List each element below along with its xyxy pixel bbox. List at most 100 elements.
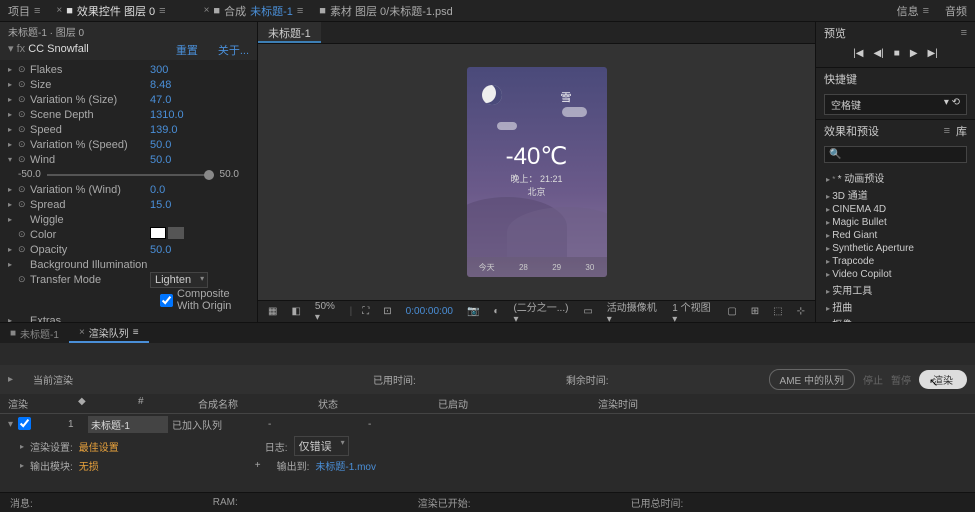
stopwatch-icon[interactable]: ⊙	[18, 124, 30, 135]
add-output-icon[interactable]: +	[255, 460, 261, 471]
prop-scene-depth-value[interactable]: 1310.0	[150, 109, 249, 121]
toggle-icon[interactable]: ▢	[723, 306, 740, 317]
camera-select[interactable]: 活动摄像机 ▾	[603, 299, 662, 325]
effect-category[interactable]: 3D 通道	[816, 186, 975, 203]
resolution-select[interactable]: (二分之一...) ▾	[509, 299, 573, 325]
toggle-icon[interactable]: ⊹	[793, 306, 809, 317]
eyedropper-icon[interactable]	[168, 227, 184, 239]
tab-info[interactable]: 信息 ≡	[889, 0, 937, 21]
zoom-select[interactable]: 50% ▾	[311, 301, 344, 323]
tab-effect-controls[interactable]: × ■ 效果控件 图层 0 ≡	[48, 0, 173, 21]
stopwatch-icon[interactable]: ⊙	[18, 199, 30, 210]
stopwatch-icon[interactable]: ⊙	[18, 64, 30, 75]
prop-size-value[interactable]: 8.48	[150, 79, 249, 91]
menu-icon[interactable]: ≡	[961, 27, 967, 39]
views-select[interactable]: 1 个视图 ▾	[668, 299, 717, 325]
transfer-mode-select[interactable]: Lighten	[150, 272, 208, 288]
play-icon[interactable]: ▶	[910, 48, 918, 59]
menu-icon[interactable]: ≡	[159, 5, 165, 17]
stop-icon[interactable]: ■	[894, 48, 900, 59]
composite-checkbox[interactable]	[160, 294, 173, 307]
view-icon[interactable]: ▭	[579, 306, 596, 317]
timeline-tab[interactable]: ■ 未标题-1	[0, 323, 69, 343]
reset-link[interactable]: 重置	[176, 42, 198, 58]
channel-icon[interactable]: ◐	[489, 306, 503, 317]
prop-speed-value[interactable]: 139.0	[150, 124, 249, 136]
full-icon[interactable]: ⛶	[358, 306, 373, 317]
effect-category[interactable]: 扭曲	[816, 298, 975, 315]
slider-knob[interactable]	[204, 170, 214, 180]
remaining-label: 剩余时间:	[566, 372, 609, 387]
close-icon[interactable]: ×	[204, 5, 210, 16]
menu-icon[interactable]: ≡	[133, 327, 139, 338]
menu-icon[interactable]: ≡	[923, 5, 929, 17]
prop-var-speed-value[interactable]: 50.0	[150, 139, 249, 151]
effect-category[interactable]: Red Giant	[816, 229, 975, 242]
close-icon[interactable]: ×	[56, 5, 62, 16]
effect-category[interactable]: CINEMA 4D	[816, 203, 975, 216]
about-link[interactable]: 关于...	[218, 42, 249, 58]
effect-name[interactable]: CC Snowfall	[28, 43, 89, 55]
queue-comp-name[interactable]: 未标题-1	[88, 416, 168, 433]
toggle-icon[interactable]: ⬚	[769, 306, 786, 317]
snapshot-icon[interactable]: 📷	[463, 306, 483, 317]
effects-presets-tab[interactable]: 效果和预设	[824, 123, 879, 139]
preview-panel-title[interactable]: 预览	[824, 25, 846, 41]
first-frame-icon[interactable]: |◀	[853, 48, 863, 59]
tab-project[interactable]: 项目 ≡	[0, 0, 48, 21]
stopwatch-icon[interactable]: ⊙	[18, 274, 30, 285]
last-frame-icon[interactable]: ▶|	[928, 48, 938, 59]
render-queue-tab[interactable]: × 渲染队列 ≡	[69, 323, 149, 343]
queue-item[interactable]: ▾ 1 未标题-1 已加入队列 - -	[0, 414, 975, 435]
render-checkbox[interactable]	[18, 417, 31, 430]
library-tab[interactable]: 库	[956, 123, 967, 139]
wind-slider[interactable]: -50.0 50.0	[0, 167, 257, 182]
effect-category[interactable]: * 动画预设	[816, 169, 975, 186]
prop-var-wind-value[interactable]: 0.0	[150, 184, 249, 196]
region-icon[interactable]: ⊡	[379, 306, 395, 317]
toggle-icon[interactable]: ⊞	[747, 306, 763, 317]
stopwatch-icon[interactable]: ⊙	[18, 79, 30, 90]
stopwatch-icon[interactable]: ⊙	[18, 184, 30, 195]
stopwatch-icon[interactable]: ⊙	[18, 244, 30, 255]
prev-frame-icon[interactable]: ◀|	[873, 48, 883, 59]
effect-category[interactable]: Video Copilot	[816, 268, 975, 281]
prop-spread-value[interactable]: 15.0	[150, 199, 249, 211]
output-module-value[interactable]: 无损	[79, 458, 99, 473]
grid-icon[interactable]: ▦	[264, 306, 281, 317]
timecode[interactable]: 0:00:00:00	[402, 306, 457, 317]
effect-category[interactable]: 实用工具	[816, 281, 975, 298]
menu-icon[interactable]: ≡	[944, 125, 950, 137]
stopwatch-icon[interactable]: ⊙	[18, 109, 30, 120]
render-button[interactable]: ↖渲染	[919, 370, 967, 389]
log-select[interactable]: 仅错误	[294, 436, 349, 456]
menu-icon[interactable]: ≡	[297, 5, 303, 17]
tab-composition[interactable]: × ■ 合成 未标题-1 ≡	[196, 0, 312, 21]
shortcut-select[interactable]: 空格键▾ ⟲	[824, 94, 967, 115]
effect-category[interactable]: Magic Bullet	[816, 216, 975, 229]
stopwatch-icon[interactable]: ⊙	[18, 154, 30, 165]
tab-footage[interactable]: ■ 素材 图层 0/未标题-1.psd	[311, 0, 461, 21]
effect-category[interactable]: Trapcode	[816, 255, 975, 268]
prop-var-size-value[interactable]: 47.0	[150, 94, 249, 106]
stopwatch-icon[interactable]: ⊙	[18, 139, 30, 150]
render-settings-value[interactable]: 最佳设置	[79, 439, 119, 454]
prop-opacity-value[interactable]: 50.0	[150, 244, 249, 256]
ame-queue-button[interactable]: AME 中的队列	[769, 369, 855, 390]
stopwatch-icon[interactable]: ⊙	[18, 229, 30, 240]
stop-button[interactable]: 停止	[863, 372, 883, 387]
prop-flakes-value[interactable]: 300	[150, 64, 249, 76]
color-swatch[interactable]	[150, 227, 166, 239]
alpha-icon[interactable]: ◧	[287, 306, 304, 317]
tab-audio[interactable]: 音频	[937, 0, 975, 21]
effect-category[interactable]: Synthetic Aperture	[816, 242, 975, 255]
output-to-value[interactable]: 未标题-1.mov	[315, 458, 376, 473]
close-icon[interactable]: ×	[79, 327, 85, 338]
stopwatch-icon[interactable]: ⊙	[18, 94, 30, 105]
viewer-canvas[interactable]: 雪 -40℃ 晚上： 21:21 北京 今天 28 29 30	[258, 44, 815, 300]
menu-icon[interactable]: ≡	[34, 5, 40, 17]
prop-wind-value[interactable]: 50.0	[150, 154, 249, 166]
comp-tab[interactable]: 未标题-1	[258, 22, 321, 43]
effects-search[interactable]: 🔍	[824, 146, 967, 163]
pause-button[interactable]: 暂停	[891, 372, 911, 387]
